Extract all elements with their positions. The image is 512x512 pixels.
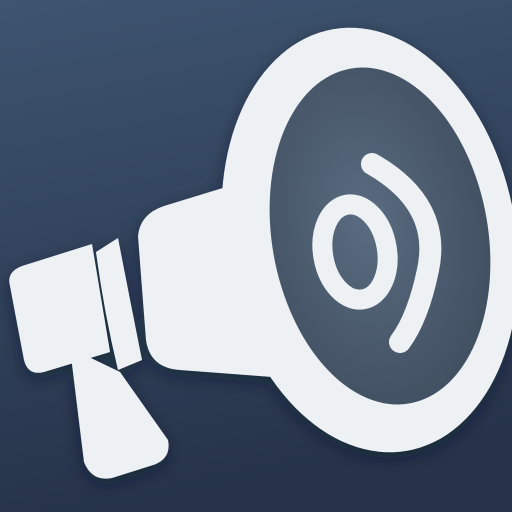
megaphone-app-icon: [0, 0, 512, 512]
megaphone-icon: [0, 0, 512, 512]
